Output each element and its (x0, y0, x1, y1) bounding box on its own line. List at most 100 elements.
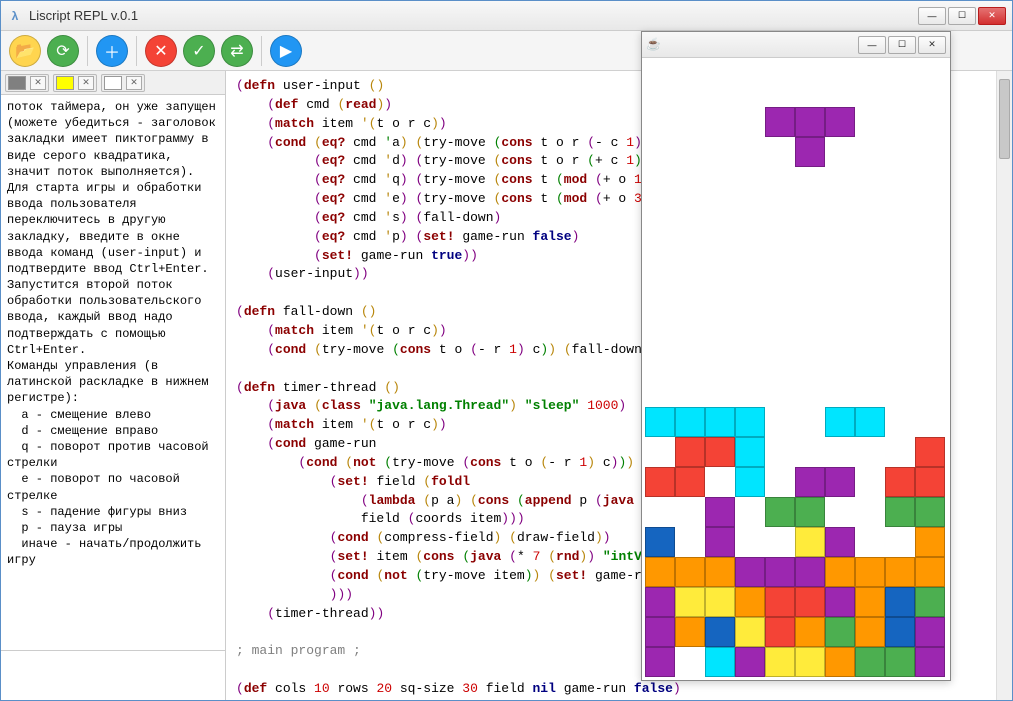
stop-button[interactable]: ✕ (145, 35, 177, 67)
tetris-cell (645, 467, 675, 497)
tetris-cell (645, 557, 675, 587)
tetris-cell (675, 437, 705, 467)
tetris-cell (885, 587, 915, 617)
tetris-cell (825, 587, 855, 617)
java-icon: ☕ (646, 37, 662, 53)
tetris-cell (855, 557, 885, 587)
ok-button[interactable]: ✓ (183, 35, 215, 67)
tetris-cell (705, 407, 735, 437)
minimize-button[interactable] (918, 7, 946, 25)
game-maximize-button[interactable] (888, 36, 916, 54)
add-button[interactable]: ＋ (96, 35, 128, 67)
close-button[interactable] (978, 7, 1006, 25)
tetris-cell (825, 107, 855, 137)
tab-swatch-icon (8, 76, 26, 90)
app-icon: λ (7, 8, 23, 24)
left-pane: поток таймера, он уже запущен (можете уб… (1, 71, 226, 700)
tetris-cell (915, 617, 945, 647)
toolbar-separator (261, 36, 262, 66)
tetris-cell (645, 587, 675, 617)
tetris-cell (795, 527, 825, 557)
tetris-cell (705, 497, 735, 527)
tetris-cell (855, 617, 885, 647)
tetris-cell (735, 467, 765, 497)
tetris-cell (765, 647, 795, 677)
tetris-cell (645, 407, 675, 437)
tetris-cell (675, 587, 705, 617)
tetris-cell (855, 407, 885, 437)
editor-vscroll[interactable] (996, 71, 1012, 700)
swap-button[interactable]: ⇄ (221, 35, 253, 67)
tetris-cell (675, 557, 705, 587)
tetris-cell (795, 587, 825, 617)
tetris-cell (915, 527, 945, 557)
tetris-cell (765, 587, 795, 617)
tab-close-button[interactable] (78, 76, 94, 90)
open-button[interactable]: 📂 (9, 35, 41, 67)
tab-close-button[interactable] (126, 76, 142, 90)
input-area[interactable] (1, 650, 225, 700)
tetris-cell (765, 617, 795, 647)
tab-swatch-icon (56, 76, 74, 90)
tetris-cell (645, 647, 675, 677)
tetris-cell (855, 587, 885, 617)
game-titlebar[interactable]: ☕ (642, 32, 950, 58)
tetris-cell (885, 467, 915, 497)
run-button[interactable]: ▶ (270, 35, 302, 67)
tetris-cell (825, 617, 855, 647)
tetris-cell (885, 557, 915, 587)
tetris-cell (885, 497, 915, 527)
tetris-cell (795, 107, 825, 137)
tetris-cell (825, 557, 855, 587)
tetris-cell (735, 437, 765, 467)
tetris-cell (705, 437, 735, 467)
tetris-cell (855, 647, 885, 677)
titlebar[interactable]: λ Liscript REPL v.0.1 (1, 1, 1012, 31)
tetris-cell (765, 497, 795, 527)
tetris-cell (915, 647, 945, 677)
left-tab[interactable] (101, 74, 145, 92)
tetris-cell (825, 527, 855, 557)
maximize-button[interactable] (948, 7, 976, 25)
tetris-cell (675, 467, 705, 497)
tetris-cell (645, 527, 675, 557)
tetris-cell (705, 587, 735, 617)
tetris-cell (795, 497, 825, 527)
tetris-cell (705, 647, 735, 677)
tetris-cell (885, 647, 915, 677)
tetris-cell (825, 467, 855, 497)
toolbar-separator (87, 36, 88, 66)
tetris-cell (705, 557, 735, 587)
left-tab[interactable] (5, 74, 49, 92)
help-text: поток таймера, он уже запущен (можете уб… (1, 95, 225, 650)
tetris-cell (705, 617, 735, 647)
tab-close-button[interactable] (30, 76, 46, 90)
toolbar-separator (136, 36, 137, 66)
tetris-cell (795, 647, 825, 677)
tetris-cell (675, 407, 705, 437)
tetris-cell (915, 557, 945, 587)
refresh-button[interactable]: ⟳ (47, 35, 79, 67)
tetris-cell (825, 647, 855, 677)
tetris-cell (675, 617, 705, 647)
tetris-cell (765, 557, 795, 587)
tetris-cell (645, 617, 675, 647)
tetris-cell (795, 467, 825, 497)
game-close-button[interactable] (918, 36, 946, 54)
left-tabbar (1, 71, 225, 95)
tetris-cell (795, 557, 825, 587)
tetris-cell (885, 617, 915, 647)
window-title: Liscript REPL v.0.1 (29, 8, 918, 23)
tetris-cell (705, 527, 735, 557)
left-tab[interactable] (53, 74, 97, 92)
tetris-cell (735, 647, 765, 677)
tetris-cell (915, 497, 945, 527)
tetris-cell (915, 587, 945, 617)
tetris-cell (735, 587, 765, 617)
tetris-cell (735, 557, 765, 587)
game-minimize-button[interactable] (858, 36, 886, 54)
tetris-cell (915, 437, 945, 467)
tetris-cell (765, 107, 795, 137)
game-window[interactable]: ☕ (641, 31, 951, 681)
main-window: λ Liscript REPL v.0.1 📂⟳ ＋ ✕✓⇄ ▶ поток тайм… (0, 0, 1013, 701)
